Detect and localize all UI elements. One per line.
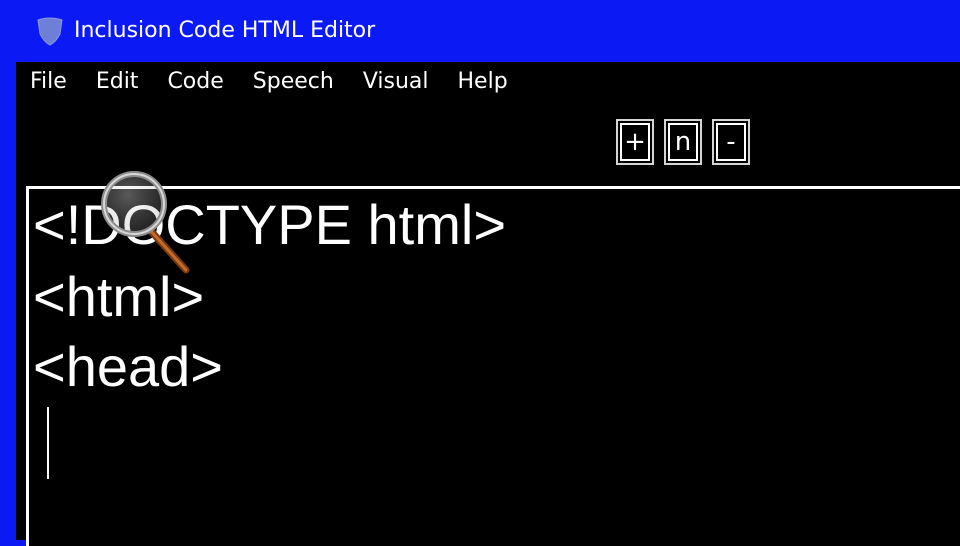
menu-bar: File Edit Code Speech Visual Help [16,62,960,102]
menu-edit[interactable]: Edit [96,62,139,102]
editor-window: File Edit Code Speech Visual Help + n - … [16,62,960,546]
app-shield-icon [37,17,63,46]
normal-size-button[interactable]: n [664,119,702,165]
zoom-in-label: + [624,127,646,157]
menu-code[interactable]: Code [167,62,223,102]
title-bar: Inclusion Code HTML Editor [0,0,960,62]
window-title: Inclusion Code HTML Editor [74,18,376,43]
menu-speech[interactable]: Speech [253,62,334,102]
code-line[interactable]: <head> [33,335,223,399]
zoom-out-label: - [726,127,736,157]
zoom-out-button[interactable]: - [712,119,750,165]
font-size-toolbar: + n - [616,119,760,167]
zoom-in-button[interactable]: + [616,119,654,165]
menu-file[interactable]: File [30,62,67,102]
text-cursor [47,407,49,479]
magnifier-icon [101,171,190,274]
normal-size-label: n [674,127,692,157]
menu-help[interactable]: Help [458,62,508,102]
menu-visual[interactable]: Visual [363,62,429,102]
